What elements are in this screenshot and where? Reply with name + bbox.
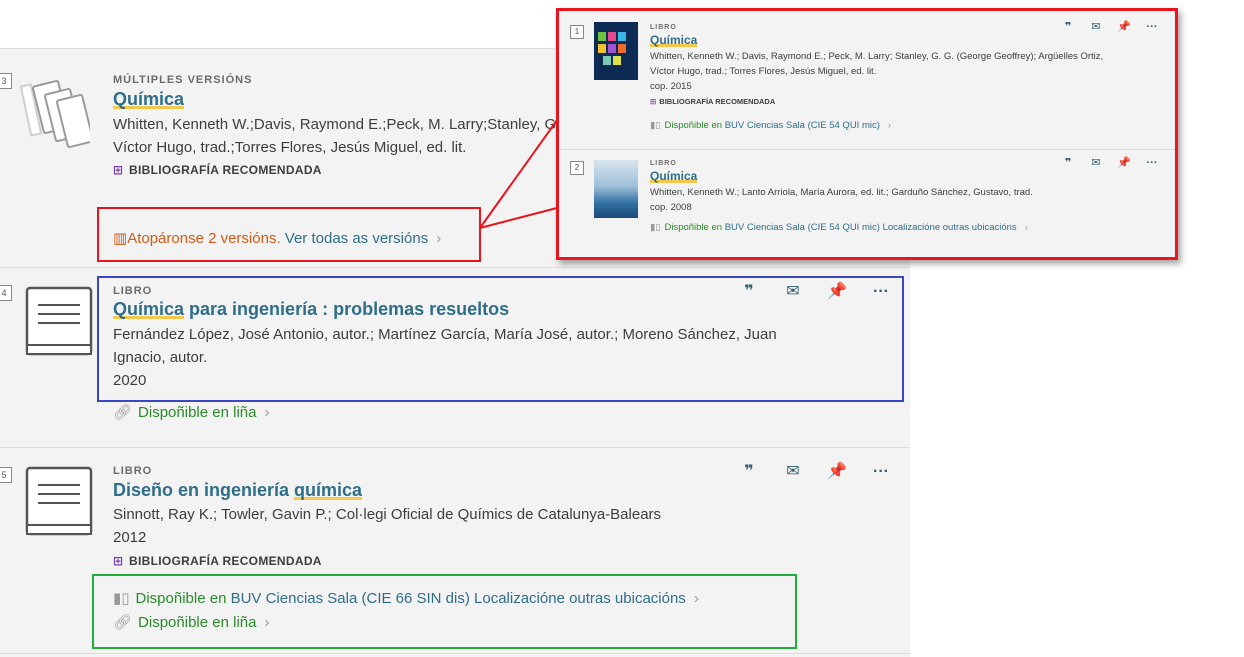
teacher-icon: ⊞ [650, 97, 657, 106]
title-highlight[interactable]: Química [650, 33, 697, 47]
version-year: cop. 2008 [650, 202, 692, 213]
book-open-icon: ▮▯ [650, 222, 661, 233]
available-label: Dispoñible en [664, 120, 723, 131]
envelope-icon[interactable]: ✉ [1082, 20, 1110, 33]
version-title-link[interactable]: Química [650, 33, 697, 47]
location-link[interactable]: BUV Ciencias Sala (CIE 54 QUI mic) [725, 120, 880, 131]
book-cover[interactable] [594, 22, 638, 80]
envelope-icon[interactable]: ✉ [1082, 156, 1110, 169]
pin-icon[interactable]: 📌 [1110, 156, 1138, 169]
book-cover[interactable] [594, 160, 638, 218]
version-type: LIBRO [650, 24, 677, 31]
version-actions: ❞ ✉ 📌 ··· [1054, 156, 1166, 169]
version-actions: ❞ ✉ 📌 ··· [1054, 20, 1166, 33]
version-authors: Whitten, Kenneth W.; Davis, Raymond E.; … [650, 51, 1104, 62]
location-availability-link[interactable]: ▮▯ Dispoñible en BUV Ciencias Sala (CIE 5… [650, 222, 1028, 233]
available-label: Dispoñible en [664, 222, 723, 233]
recommended-label: BIBLIOGRAFÍA RECOMENDADA [659, 97, 776, 106]
version-authors: Whitten, Kenneth W.; Lanto Arriola, Marí… [650, 187, 1033, 198]
quote-icon[interactable]: ❞ [1054, 20, 1082, 33]
pin-icon[interactable]: 📌 [1110, 20, 1138, 33]
version-number: 1 [570, 25, 584, 39]
version-type: LIBRO [650, 160, 677, 167]
version-year: cop. 2015 [650, 81, 692, 92]
ellipsis-icon[interactable]: ··· [1138, 21, 1166, 33]
ellipsis-icon[interactable]: ··· [1138, 157, 1166, 169]
divider [559, 149, 1175, 150]
chevron-right-icon: › [887, 120, 892, 131]
location-availability-link[interactable]: ▮▯ Dispoñible en BUV Ciencias Sala (CIE 5… [650, 120, 891, 131]
quote-icon[interactable]: ❞ [1054, 156, 1082, 169]
title-highlight[interactable]: Química [650, 169, 697, 183]
versions-popup: 1 LIBRO Química ❞ ✉ 📌 ··· Whitten, Kenneth … [556, 8, 1178, 260]
version-authors: Víctor Hugo, trad.; Torres Flores, Jesús… [650, 66, 877, 77]
chevron-right-icon: › [1024, 222, 1028, 233]
location-link[interactable]: BUV Ciencias Sala (CIE 54 QUI mic) Local… [725, 222, 1017, 233]
version-number: 2 [570, 161, 584, 175]
recommended-badge: ⊞ BIBLIOGRAFÍA RECOMENDADA [650, 97, 775, 106]
version-title-link[interactable]: Química [650, 169, 697, 183]
book-open-icon: ▮▯ [650, 120, 661, 131]
